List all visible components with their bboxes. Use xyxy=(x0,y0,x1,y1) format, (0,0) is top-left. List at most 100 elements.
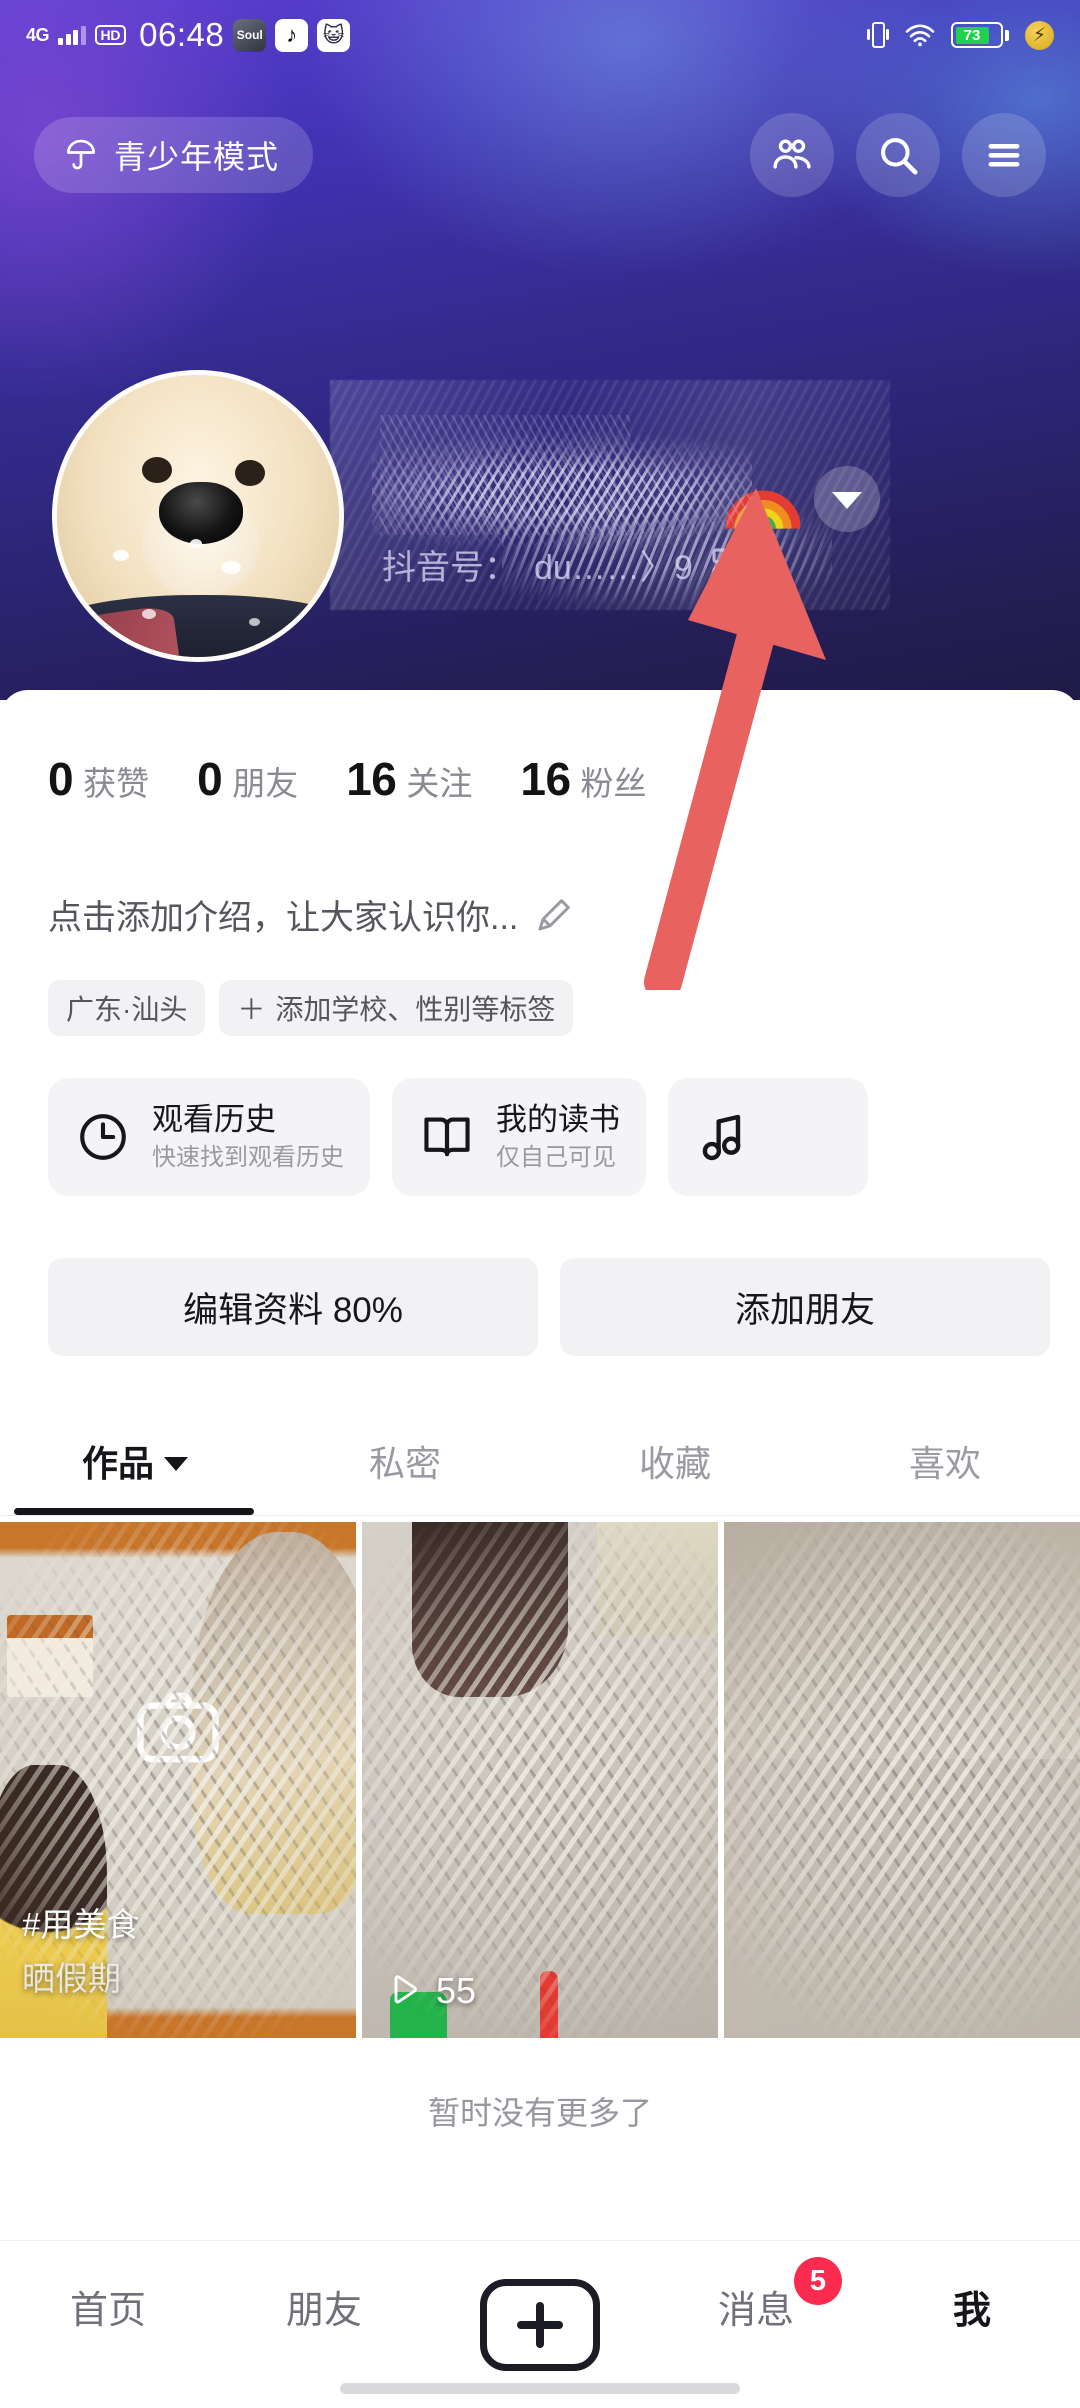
cat-app-icon: 😺 xyxy=(317,18,351,52)
add-friend-button[interactable]: 添加朋友 xyxy=(560,1258,1050,1356)
video-tile[interactable]: #用美食 晒假期 xyxy=(0,1522,356,2038)
stat-label: 获赞 xyxy=(83,765,150,802)
douyin-id-value: du……〉9 xyxy=(534,549,693,587)
stat-likes[interactable]: 0 获赞 xyxy=(48,752,149,806)
douyin-app-icon: ♪ xyxy=(275,18,309,52)
status-bar: 4G HD 06:48 Soul ♪ 😺 73 ⚡ xyxy=(0,0,1080,70)
nav-home[interactable]: 首页 xyxy=(0,2279,216,2334)
stat-following[interactable]: 16 关注 xyxy=(346,752,472,806)
nav-label: 首页 xyxy=(69,2290,146,2332)
stat-label: 朋友 xyxy=(232,765,299,802)
tag-add-more[interactable]: ＋ 添加学校、性别等标签 xyxy=(219,980,574,1036)
tag-label: 广东·汕头 xyxy=(66,994,188,1025)
qr-code-icon[interactable] xyxy=(709,545,749,585)
tab-favorites[interactable]: 收藏 xyxy=(540,1406,810,1515)
card-subtitle: 仅自己可见 xyxy=(496,1143,616,1171)
network-type-label: 4G xyxy=(26,25,50,45)
content-tabs: 作品 私密 收藏 喜欢 xyxy=(0,1406,1080,1516)
nav-label: 消息 xyxy=(717,2290,794,2332)
status-bar-right: 73 ⚡ xyxy=(867,20,1054,50)
play-count-badge: 55 xyxy=(384,1970,476,2012)
stat-label: 关注 xyxy=(406,765,473,802)
battery-percent-label: 73 xyxy=(963,26,981,44)
card-title: 观看历史 xyxy=(152,1102,276,1137)
chevron-down-icon[interactable] xyxy=(814,466,880,532)
pencil-edit-icon[interactable] xyxy=(534,895,574,935)
tag-location[interactable]: 广东·汕头 xyxy=(48,980,206,1036)
card-watch-history[interactable]: 观看历史 快速找到观看历史 xyxy=(48,1078,370,1196)
status-bar-left: 4G HD 06:48 Soul ♪ 😺 xyxy=(26,16,351,54)
chevron-down-icon[interactable] xyxy=(164,1456,188,1471)
nav-create[interactable] xyxy=(432,2279,648,2371)
avatar[interactable] xyxy=(52,370,344,662)
status-bar-clock: 06:48 xyxy=(139,16,225,53)
clock-icon xyxy=(80,1114,126,1160)
create-plus-icon[interactable] xyxy=(480,2279,600,2371)
rainbow-emoji-icon xyxy=(726,490,800,530)
search-icon xyxy=(881,138,918,175)
add-friends-button[interactable] xyxy=(750,113,834,197)
tab-label: 作品 xyxy=(81,1442,154,1484)
video-tile[interactable]: 55 xyxy=(362,1522,718,2038)
plus-icon: ＋ xyxy=(237,994,266,1025)
teen-mode-label: 青少年模式 xyxy=(114,139,280,175)
avatar-image xyxy=(57,375,339,657)
signal-bars-icon xyxy=(58,25,86,45)
nav-messages[interactable]: 消息 5 xyxy=(648,2257,864,2334)
stat-value: 16 xyxy=(346,753,397,805)
video-grid: #用美食 晒假期 55 xyxy=(0,1522,1080,2038)
tab-label: 喜欢 xyxy=(908,1442,981,1484)
card-subtitle: 快速找到观看历史 xyxy=(152,1143,344,1171)
stat-fans[interactable]: 16 粉丝 xyxy=(520,752,646,806)
tab-label: 收藏 xyxy=(638,1442,711,1484)
video-caption-line1: #用美食 xyxy=(22,1906,140,1943)
vibrate-icon xyxy=(867,20,889,50)
top-bar-actions xyxy=(750,113,1046,197)
video-caption-line2: 晒假期 xyxy=(22,1960,121,1997)
hamburger-menu-icon xyxy=(988,144,1020,167)
stat-value: 0 xyxy=(48,753,74,805)
nav-friends[interactable]: 朋友 xyxy=(216,2279,432,2334)
soul-app-icon: Soul xyxy=(233,18,267,52)
douyin-id-row[interactable]: 抖音号： du……〉9 xyxy=(382,490,832,610)
profile-name-row xyxy=(372,428,1022,558)
profile-tags-row: 广东·汕头 ＋ 添加学校、性别等标签 xyxy=(48,980,574,1036)
stat-friends[interactable]: 0 朋友 xyxy=(197,752,298,806)
tab-active-underline xyxy=(14,1508,254,1515)
tab-label: 私密 xyxy=(368,1442,441,1484)
add-friends-icon xyxy=(773,139,811,169)
bio-row[interactable]: 点击添加介绍，让大家认识你... xyxy=(48,890,574,939)
search-button[interactable] xyxy=(856,113,940,197)
play-count-value: 55 xyxy=(436,1970,477,2011)
book-icon xyxy=(424,1117,470,1157)
card-music[interactable] xyxy=(668,1078,868,1196)
message-badge: 5 xyxy=(794,2257,842,2305)
camera-icon xyxy=(137,1693,219,1763)
card-title: 我的读书 xyxy=(496,1102,620,1137)
charging-bolt-icon: ⚡ xyxy=(1025,20,1054,50)
bio-placeholder: 点击添加介绍，让大家认识你... xyxy=(48,899,519,937)
stat-label: 粉丝 xyxy=(580,765,647,802)
teen-mode-button[interactable]: 青少年模式 xyxy=(34,117,314,193)
end-of-list-text: 暂时没有更多了 xyxy=(427,2095,652,2131)
video-tile[interactable] xyxy=(724,1522,1080,2038)
music-note-icon xyxy=(702,1114,741,1161)
hd-icon: HD xyxy=(94,24,127,46)
play-icon xyxy=(394,1975,417,2004)
profile-display-name xyxy=(382,471,712,527)
nav-label: 朋友 xyxy=(285,2290,362,2332)
feature-cards-row: 观看历史 快速找到观看历史 我的读书 仅自己可见 xyxy=(48,1078,1080,1196)
add-friend-label: 添加朋友 xyxy=(734,1290,875,1330)
nav-me[interactable]: 我 xyxy=(864,2279,1080,2334)
tab-liked[interactable]: 喜欢 xyxy=(810,1406,1080,1515)
douyin-id-label: 抖音号： xyxy=(382,549,518,587)
card-my-reading[interactable]: 我的读书 仅自己可见 xyxy=(392,1078,646,1196)
wifi-icon xyxy=(905,24,935,47)
tab-works[interactable]: 作品 xyxy=(0,1406,270,1515)
stat-value: 0 xyxy=(197,753,223,805)
umbrella-icon xyxy=(66,139,96,170)
tab-private[interactable]: 私密 xyxy=(270,1406,540,1515)
menu-button[interactable] xyxy=(962,113,1046,197)
profile-stats-row: 0 获赞 0 朋友 16 关注 16 粉丝 xyxy=(48,752,647,806)
edit-profile-button[interactable]: 编辑资料 80% xyxy=(48,1258,538,1356)
